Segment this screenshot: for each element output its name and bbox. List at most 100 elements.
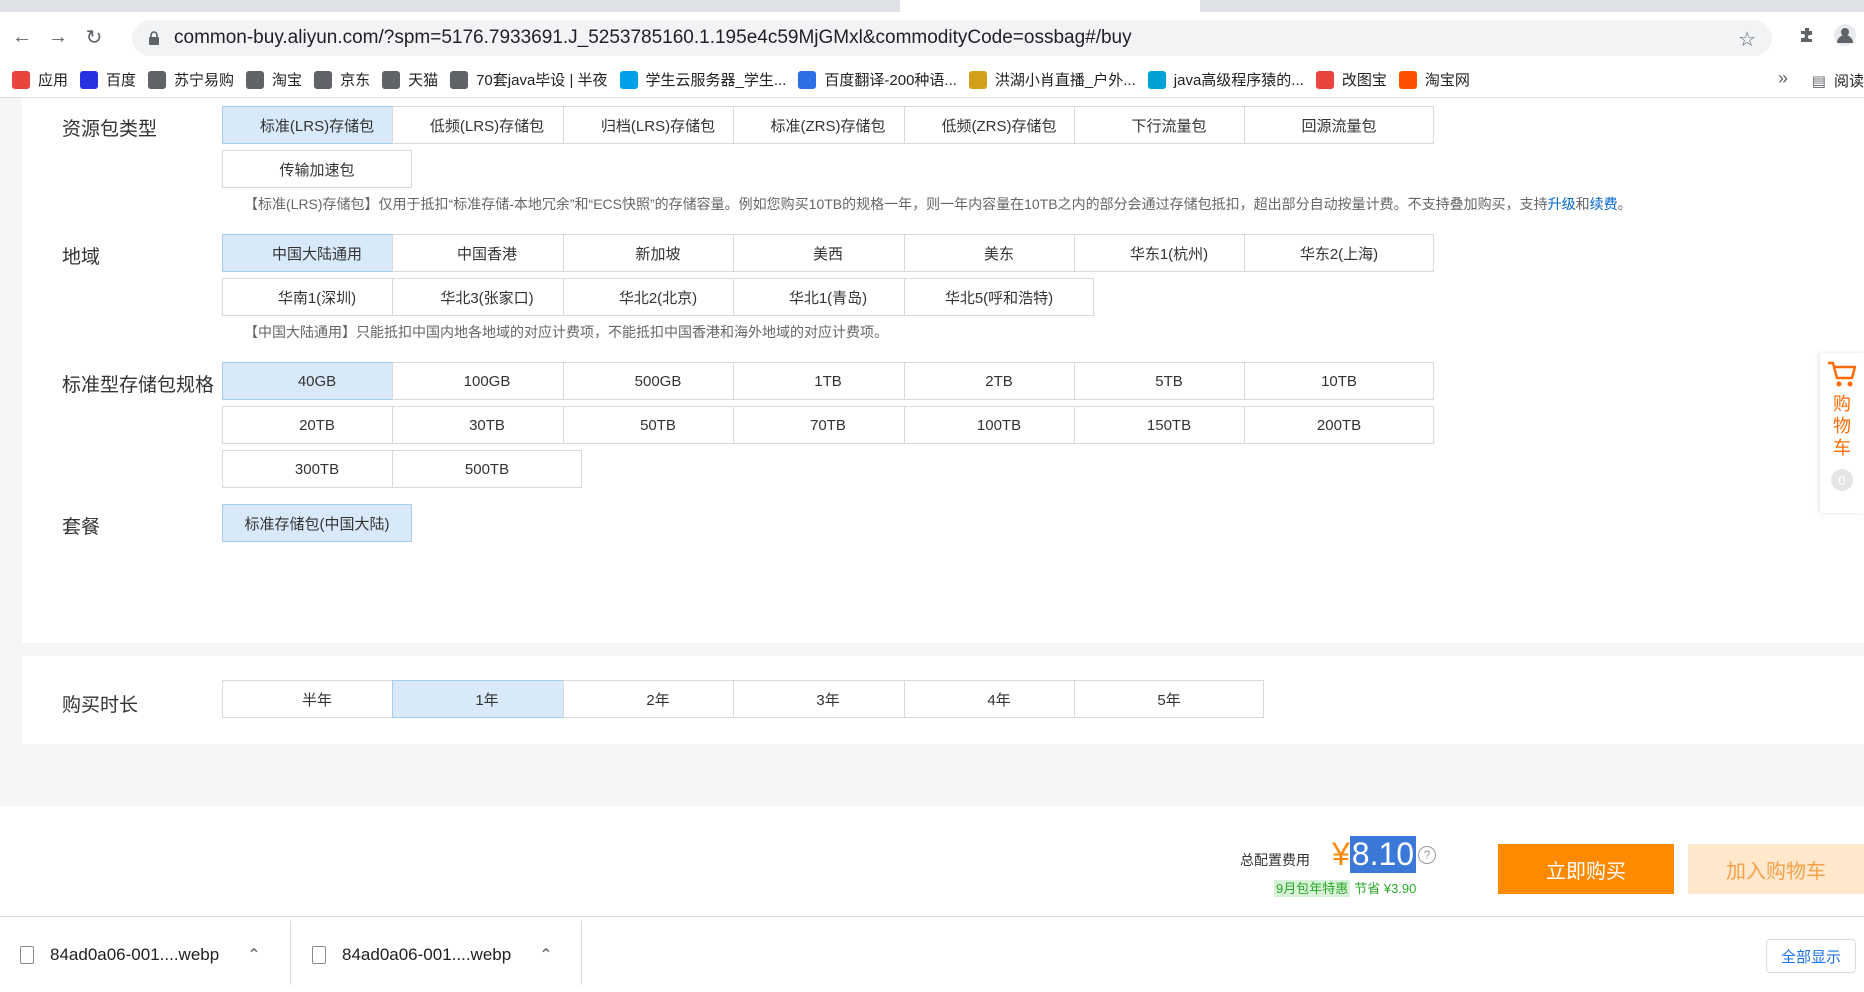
bookmark-item[interactable]: java高级程序猿的... [1147,69,1304,90]
bookmark-item[interactable]: 学生云服务器_学生... [619,69,787,90]
bookmark-item[interactable]: 应用 [12,69,68,90]
chevron-up-icon[interactable]: ⌃ [539,945,552,965]
extensions-icon[interactable] [1792,20,1822,50]
show-all-downloads-button[interactable]: 全部显示 [1766,939,1856,973]
region-option[interactable]: 华北5(呼和浩特) [904,278,1094,316]
bookmark-item[interactable]: 淘宝网 [1398,69,1470,90]
duration-option[interactable]: 1年 [392,680,582,718]
spec-option[interactable]: 2TB [904,362,1094,400]
active-tab[interactable] [900,0,1200,12]
address-bar[interactable]: common-buy.aliyun.com/?spm=5176.7933691.… [132,20,1772,56]
spec-option[interactable]: 100GB [392,362,582,400]
bird-icon [968,70,987,89]
bookmark-item[interactable]: 百度 [80,69,136,90]
globe-icon [314,70,333,89]
resource_type-label: 资源包类型 [62,119,158,140]
renew-link[interactable]: 续费 [1590,196,1618,212]
reading-list[interactable]: ▤ 阅读 [1812,70,1864,91]
resource_type-option[interactable]: 标准(LRS)存储包 [222,106,412,144]
bookmark-item[interactable]: 百度翻译-200种语... [798,69,957,90]
spec-option[interactable]: 40GB [222,362,412,400]
spec-option[interactable]: 500TB [392,450,582,488]
bookmark-star-icon[interactable]: ☆ [1738,27,1756,52]
note-text: 【标准(LRS)存储包】仅用于抵扣“标准存储-本地冗余”和“ECS快照”的存储容… [244,196,1548,212]
back-icon[interactable]: ← [8,23,36,51]
add-to-cart-button[interactable]: 加入购物车 [1688,844,1864,894]
page-content: 资源包类型 标准(LRS)存储包 低频(LRS)存储包 归档(LRS)存储包 标准(ZR… [0,98,1864,806]
reload-icon[interactable]: ↻ [80,23,108,51]
promo-saving: 节省 ¥3.90 [1354,881,1417,896]
shopping-cart-icon [1828,361,1857,387]
profile-avatar-icon[interactable] [1830,20,1860,50]
region-label: 地域 [62,247,101,268]
spec-option[interactable]: 5TB [1074,362,1264,400]
spec-option[interactable]: 300TB [222,450,412,488]
cart-widget[interactable]: 购物车 0 [1820,353,1864,513]
spec-option[interactable]: 70TB [733,406,923,444]
download-item[interactable]: 84ad0a06-001....webp ⌃ [20,937,261,973]
chevron-up-icon[interactable]: ⌃ [247,945,260,965]
package-option[interactable]: 标准存储包(中国大陆) [222,504,412,542]
spec-option[interactable]: 30TB [392,406,582,444]
forward-icon[interactable]: → [44,23,72,51]
download-filename: 84ad0a06-001....webp [342,945,512,964]
region-option[interactable]: 华北1(青岛) [733,278,923,316]
taobao-icon [1398,70,1417,89]
region-option[interactable]: 华北3(张家口) [392,278,582,316]
bookmark-label: 京东 [340,72,371,89]
resource_type-option[interactable]: 回源流量包 [1244,106,1434,144]
reading-list-label: 阅读 [1833,73,1864,90]
bookmark-item[interactable]: 淘宝 [246,69,302,90]
duration-option[interactable]: 4年 [904,680,1094,718]
spec-option[interactable]: 500GB [563,362,753,400]
bookmark-item[interactable]: 70套java毕设 | 半夜 [450,69,608,90]
resource_type-option[interactable]: 低频(LRS)存储包 [392,106,582,144]
region-option[interactable]: 中国香港 [392,234,582,272]
spec-option[interactable]: 100TB [904,406,1094,444]
duration-option[interactable]: 半年 [222,680,412,718]
cloud-icon [619,70,638,89]
download-item[interactable]: 84ad0a06-001....webp ⌃ [312,937,553,973]
total-fee-label: 总配置费用 [1240,852,1310,868]
spec-option[interactable]: 1TB [733,362,923,400]
upgrade-link[interactable]: 升级 [1548,196,1576,212]
bookmark-item[interactable]: 天猫 [382,69,438,90]
bookmark-item[interactable]: 苏宁易购 [148,69,234,90]
region-option[interactable]: 美西 [733,234,923,272]
resource_type-option[interactable]: 低频(ZRS)存储包 [904,106,1094,144]
globe-icon [246,70,265,89]
translate-icon [798,70,817,89]
help-question-icon[interactable]: ? [1418,846,1436,864]
region-option[interactable]: 中国大陆通用 [222,234,412,272]
spec-label: 标准型存储包规格 [62,375,215,396]
spec-option[interactable]: 200TB [1244,406,1434,444]
file-icon [20,946,34,964]
bookmark-label: 淘宝 [272,72,303,89]
resource_type-option[interactable]: 下行流量包 [1074,106,1264,144]
region-option[interactable]: 华东2(上海) [1244,234,1434,272]
lock-icon[interactable] [146,30,162,46]
resource_type-option[interactable]: 传输加速包 [222,150,412,188]
duration-option[interactable]: 5年 [1074,680,1264,718]
spec-option[interactable]: 50TB [563,406,753,444]
region-option[interactable]: 华南1(深圳) [222,278,412,316]
resource_type-option[interactable]: 归档(LRS)存储包 [563,106,753,144]
buy-now-button[interactable]: 立即购买 [1498,844,1674,894]
bookmark-item[interactable]: 洪湖小肖直播_户外... [968,69,1136,90]
region-option[interactable]: 新加坡 [563,234,753,272]
divider [581,921,582,985]
region-option[interactable]: 美东 [904,234,1094,272]
bookmark-label: 学生云服务器_学生... [645,72,787,89]
duration-option[interactable]: 2年 [563,680,753,718]
region-option[interactable]: 华北2(北京) [563,278,753,316]
duration-option[interactable]: 3年 [733,680,923,718]
bookmark-item[interactable]: 京东 [314,69,370,90]
region-option[interactable]: 华东1(杭州) [1074,234,1264,272]
bookmarks-more-icon[interactable]: » [1778,68,1788,89]
spec-option[interactable]: 20TB [222,406,412,444]
globe-icon [450,70,469,89]
resource_type-option[interactable]: 标准(ZRS)存储包 [733,106,923,144]
bookmark-item[interactable]: 改图宝 [1315,69,1387,90]
spec-option[interactable]: 10TB [1244,362,1434,400]
spec-option[interactable]: 150TB [1074,406,1264,444]
